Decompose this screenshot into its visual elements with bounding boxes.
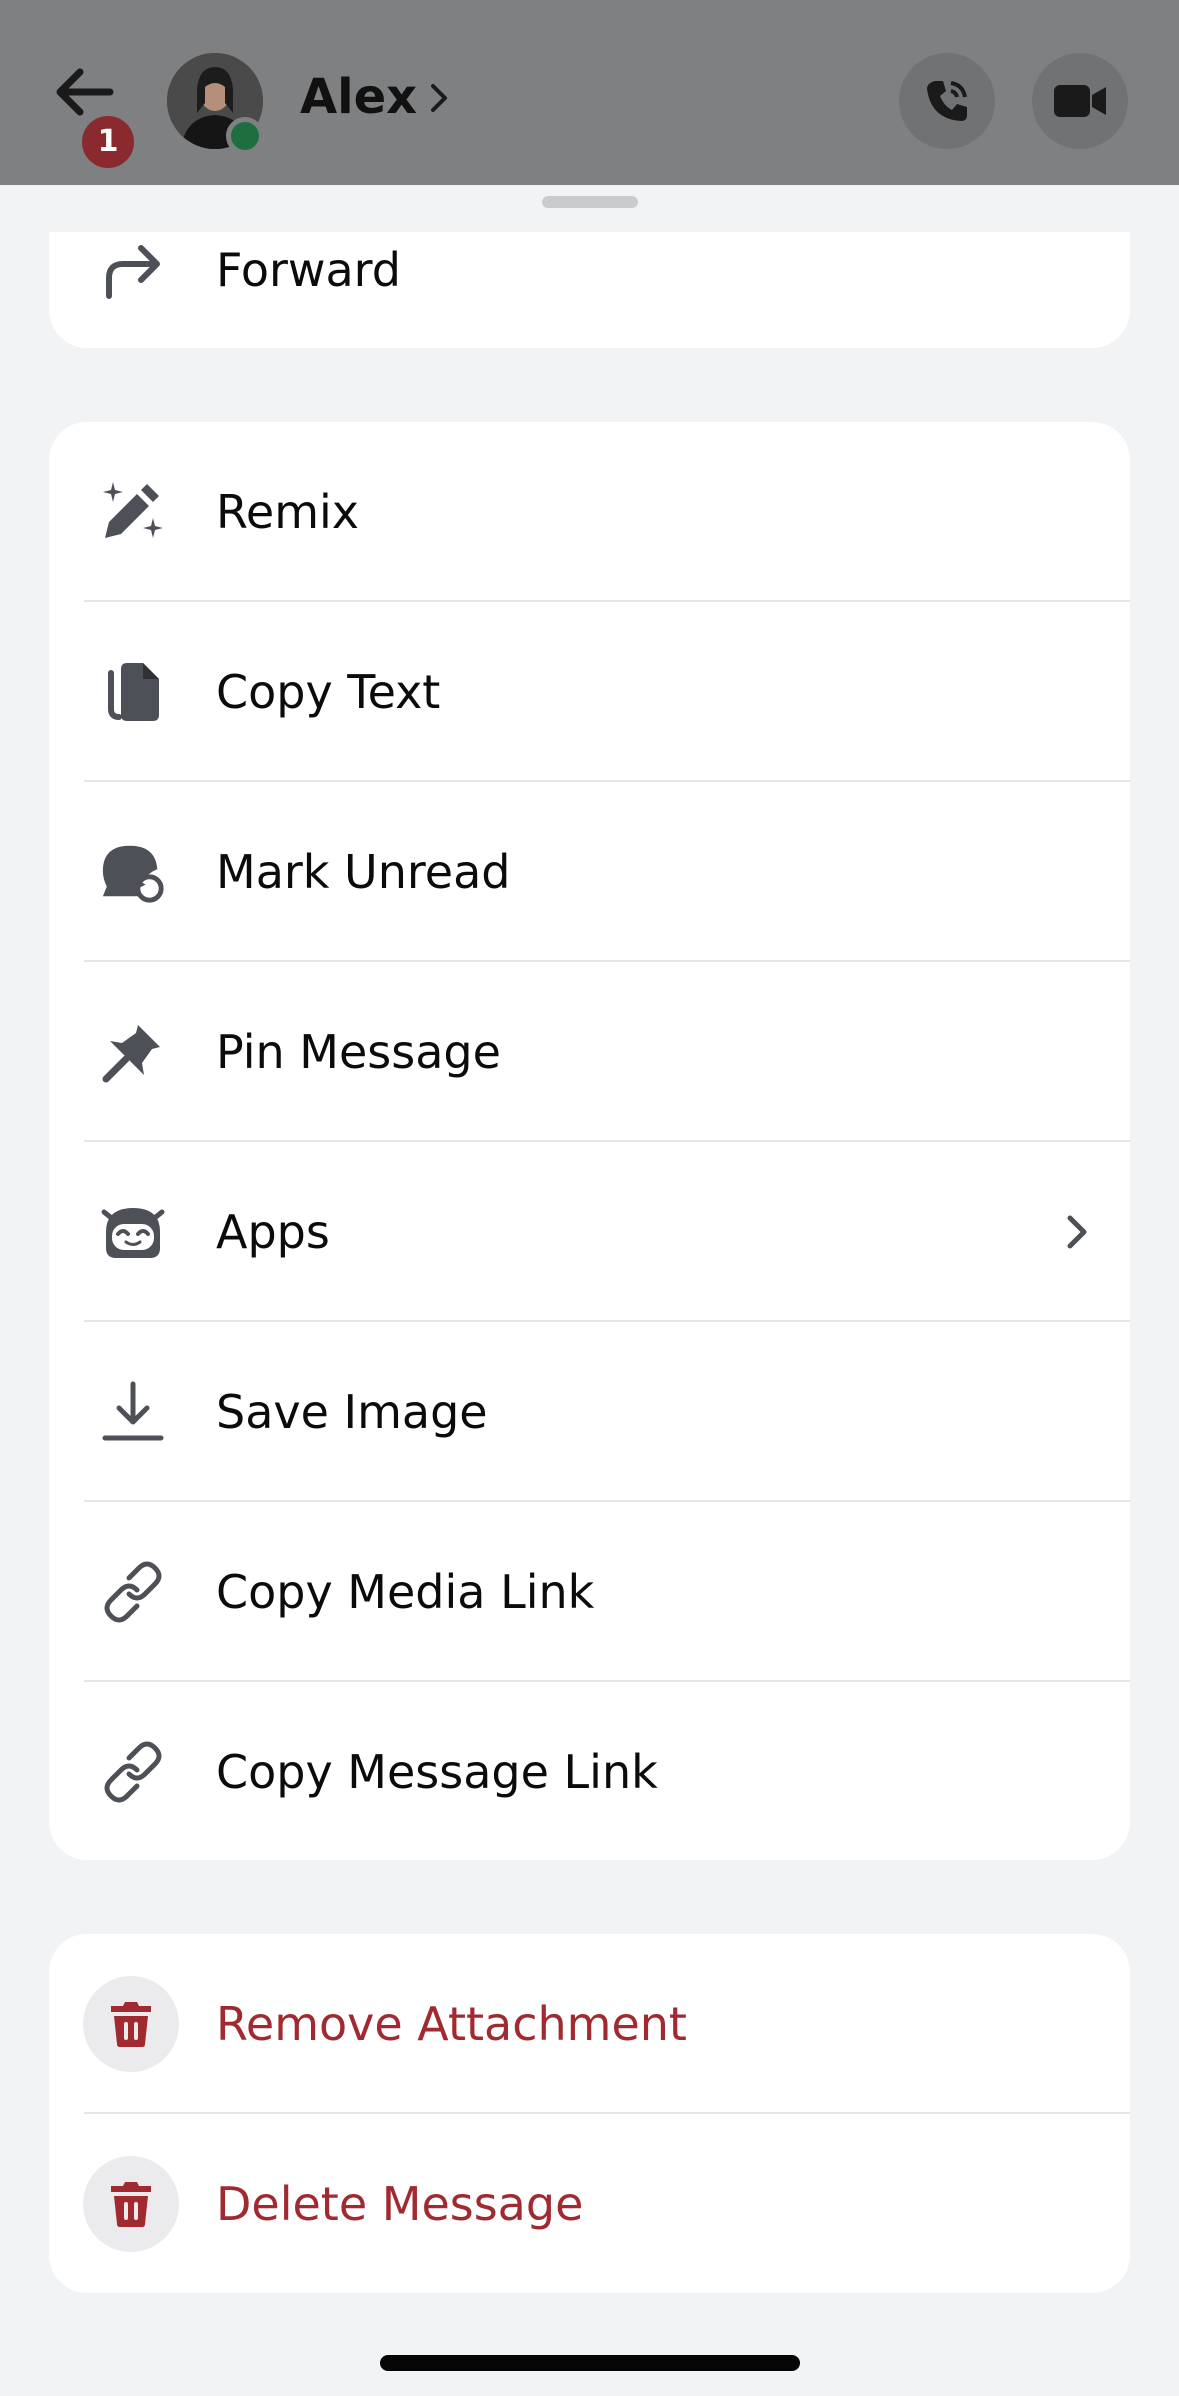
menu-item-label: Mark Unread bbox=[216, 845, 511, 899]
menu-item-label: Forward bbox=[216, 243, 401, 297]
danger-card: Remove Attachment Delete Message bbox=[49, 1934, 1130, 2293]
chevron-right-icon bbox=[425, 80, 453, 116]
pin-icon bbox=[99, 1018, 167, 1086]
menu-item-copy-text[interactable]: Copy Text bbox=[49, 602, 1130, 782]
menu-item-delete-message[interactable]: Delete Message bbox=[49, 2114, 1130, 2293]
unread-badge: 1 bbox=[78, 112, 138, 172]
video-call-button[interactable] bbox=[1032, 53, 1128, 149]
menu-item-remix[interactable]: Remix bbox=[49, 422, 1130, 602]
forward-arrow-icon bbox=[99, 236, 167, 304]
phone-icon bbox=[927, 81, 967, 121]
menu-item-label: Apps bbox=[216, 1205, 330, 1259]
menu-item-label: Remove Attachment bbox=[216, 1997, 687, 2051]
menu-item-label: Delete Message bbox=[216, 2177, 584, 2231]
menu-item-save-image[interactable]: Save Image bbox=[49, 1322, 1130, 1502]
chat-header: 1 Alex bbox=[0, 0, 1179, 185]
menu-item-remove-attachment[interactable]: Remove Attachment bbox=[49, 1934, 1130, 2114]
online-status-icon bbox=[226, 117, 264, 155]
menu-item-mark-unread[interactable]: Mark Unread bbox=[49, 782, 1130, 962]
page-title[interactable]: Alex bbox=[300, 62, 417, 132]
download-icon bbox=[99, 1378, 167, 1446]
apps-robot-icon bbox=[99, 1198, 167, 1266]
voice-call-button[interactable] bbox=[899, 53, 995, 149]
menu-item-label: Copy Text bbox=[216, 665, 441, 719]
link-icon bbox=[99, 1738, 167, 1806]
home-indicator[interactable] bbox=[380, 2355, 800, 2371]
menu-item-pin-message[interactable]: Pin Message bbox=[49, 962, 1130, 1142]
link-icon bbox=[99, 1558, 167, 1626]
menu-item-label: Copy Message Link bbox=[216, 1745, 658, 1799]
menu-item-label: Pin Message bbox=[216, 1025, 501, 1079]
trash-icon bbox=[83, 1976, 179, 2072]
menu-item-label: Copy Media Link bbox=[216, 1565, 595, 1619]
menu-item-label: Remix bbox=[216, 485, 360, 539]
menu-item-forward[interactable]: Forward bbox=[49, 232, 1130, 348]
actions-card: Remix Copy Text Mark Unread Pin Message … bbox=[49, 422, 1130, 1860]
mark-unread-icon bbox=[99, 838, 167, 906]
copy-icon bbox=[99, 658, 167, 726]
menu-item-label: Save Image bbox=[216, 1385, 488, 1439]
menu-item-apps[interactable]: Apps bbox=[49, 1142, 1130, 1322]
menu-item-copy-media-link[interactable]: Copy Media Link bbox=[49, 1502, 1130, 1682]
video-camera-icon bbox=[1054, 85, 1106, 117]
remix-wand-icon bbox=[99, 478, 167, 546]
menu-item-copy-message-link[interactable]: Copy Message Link bbox=[49, 1682, 1130, 1860]
forward-card: Forward bbox=[49, 232, 1130, 348]
sheet-grabber[interactable] bbox=[542, 196, 638, 208]
chevron-right-icon bbox=[1056, 1212, 1096, 1252]
trash-icon bbox=[83, 2156, 179, 2252]
